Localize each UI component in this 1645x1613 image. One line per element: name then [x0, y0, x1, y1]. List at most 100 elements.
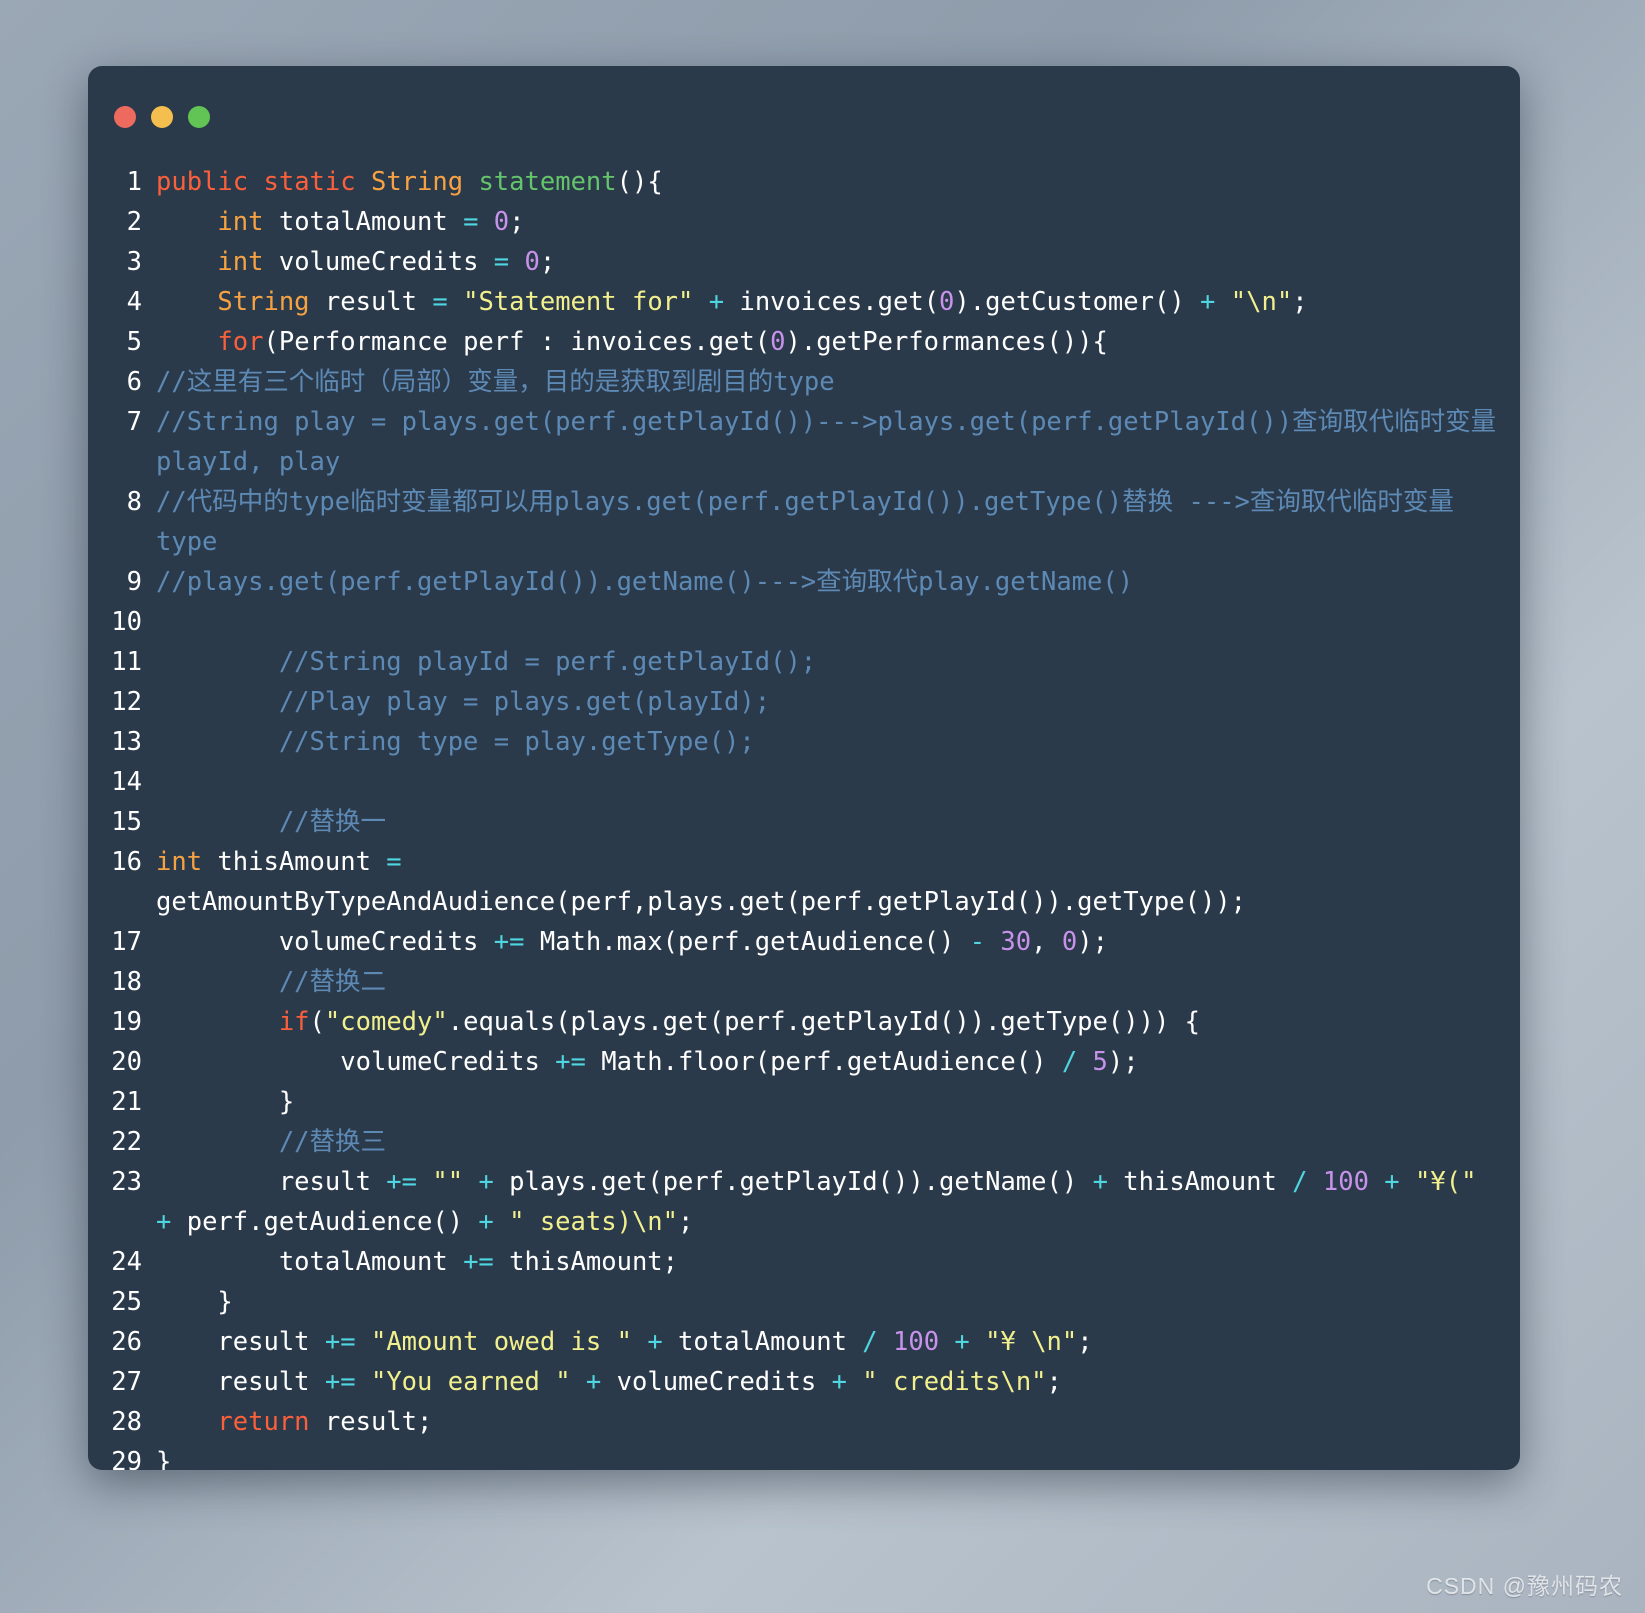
token-plain: Math.max(perf.getAudience()	[524, 927, 970, 957]
token-plain: result	[309, 287, 433, 317]
token-comment: //Play play = plays.get(playId);	[156, 687, 771, 717]
token-plain: ;	[678, 1207, 694, 1237]
token-plain: invoices.get(	[724, 287, 940, 317]
code-line: 22 //替换三	[110, 1122, 1502, 1162]
code-line: 3 int volumeCredits = 0;	[110, 242, 1502, 282]
code-line: 26 result += "Amount owed is " + totalAm…	[110, 1322, 1502, 1362]
line-number: 10	[111, 607, 142, 637]
line-text: //plays.get(perf.getPlayId()).getName()-…	[156, 562, 1502, 602]
token-type: int	[217, 247, 264, 277]
token-kw: static	[263, 167, 356, 197]
maximize-window-button[interactable]	[188, 106, 210, 128]
token-op: +	[478, 1207, 494, 1237]
code-line: 28 return result;	[110, 1402, 1502, 1442]
code-line: 14	[110, 762, 1502, 802]
token-op: +=	[463, 1247, 494, 1277]
close-window-button[interactable]	[114, 106, 136, 128]
code-line: 25 }	[110, 1282, 1502, 1322]
token-op: +=	[386, 1167, 418, 1197]
token-plain: }	[156, 1087, 295, 1117]
code-line: 10	[110, 602, 1502, 642]
token-plain: );	[1077, 927, 1108, 957]
code-line: 23 result += "" + plays.get(perf.getPlay…	[110, 1162, 1502, 1242]
line-number: 6	[126, 367, 142, 397]
token-plain: ;	[509, 207, 525, 237]
token-op: +=	[324, 1367, 356, 1397]
line-number: 17	[111, 927, 142, 957]
token-plain: plays.get(perf.getPlayId()).getName()	[493, 1167, 1093, 1197]
line-text: //替换二	[156, 962, 1502, 1002]
code-line: 20 volumeCredits += Math.floor(perf.getA…	[110, 1042, 1502, 1082]
token-plain: thisAmount	[1107, 1167, 1293, 1197]
token-str: "Statement for"	[463, 287, 694, 317]
token-plain: ).getPerformances()){	[785, 327, 1108, 357]
code-window: 1 public static String statement(){2 int …	[88, 66, 1520, 1470]
line-text: for(Performance perf : invoices.get(0).g…	[156, 322, 1502, 362]
token-plain: ;	[1292, 287, 1308, 317]
token-str: "Amount owed is "	[370, 1327, 632, 1357]
token-num: 0	[524, 247, 540, 277]
token-comment: //String play = plays.get(perf.getPlayId…	[156, 407, 1497, 477]
token-plain: }	[156, 1287, 233, 1317]
token-plain: (){	[616, 167, 663, 197]
line-number: 18	[111, 967, 142, 997]
token-kw: public	[156, 167, 249, 197]
token-num: 100	[1322, 1167, 1369, 1197]
token-str: "¥("	[1415, 1167, 1477, 1197]
line-text: int volumeCredits = 0;	[156, 242, 1502, 282]
line-number: 7	[126, 407, 142, 437]
token-str: "You earned "	[370, 1367, 571, 1397]
code-block[interactable]: 1 public static String statement(){2 int …	[88, 162, 1520, 1470]
token-plain: ;	[539, 247, 556, 277]
code-line: 29}	[110, 1442, 1502, 1470]
line-text: }	[156, 1442, 1502, 1470]
line-text: public static String statement(){	[156, 162, 1502, 202]
token-str: ""	[432, 1167, 464, 1197]
line-text: volumeCredits += Math.floor(perf.getAudi…	[156, 1042, 1502, 1082]
token-plain: perf.getAudience()	[171, 1207, 479, 1237]
token-plain: ,	[1031, 927, 1062, 957]
line-number: 2	[126, 207, 142, 237]
minimize-window-button[interactable]	[151, 106, 173, 128]
code-line: 4 String result = "Statement for" + invo…	[110, 282, 1502, 322]
line-text: result += "Amount owed is " + totalAmoun…	[156, 1322, 1502, 1362]
token-kw: if	[278, 1007, 310, 1037]
token-comment: //替换一	[156, 807, 387, 837]
line-text: //这里有三个临时（局部）变量，目的是获取到剧目的type	[156, 362, 1502, 402]
token-op: /	[1061, 1047, 1078, 1077]
token-plain: thisAmount;	[493, 1247, 679, 1277]
token-type: String	[217, 287, 310, 317]
token-kw: return	[217, 1407, 310, 1437]
line-number: 22	[111, 1127, 142, 1157]
token-plain: Math.floor(perf.getAudience()	[585, 1047, 1062, 1077]
line-number: 15	[111, 807, 142, 837]
line-number: 4	[126, 287, 142, 317]
token-comment: //替换二	[156, 967, 387, 997]
token-fn: statement	[478, 167, 617, 197]
token-op: +=	[493, 927, 525, 957]
code-line: 8 //代码中的type临时变量都可以用plays.get(perf.getPla…	[110, 482, 1502, 562]
token-op: /	[862, 1327, 878, 1357]
token-str: " seats)\n"	[509, 1207, 679, 1237]
code-line: 21 }	[110, 1082, 1502, 1122]
line-text: volumeCredits += Math.max(perf.getAudien…	[156, 922, 1502, 962]
token-op: =	[386, 847, 402, 877]
token-op: +	[647, 1327, 663, 1357]
token-op: /	[1292, 1167, 1308, 1197]
token-plain: .equals(plays.get(perf.getPlayId()).getT…	[447, 1007, 1200, 1037]
token-plain: thisAmount	[202, 847, 387, 877]
line-text: result += "" + plays.get(perf.getPlayId(…	[156, 1162, 1502, 1242]
token-plain: (Performance perf : invoices.get(	[263, 327, 771, 357]
token-op: +	[831, 1367, 847, 1397]
line-text: //String type = play.getType();	[156, 722, 1502, 762]
